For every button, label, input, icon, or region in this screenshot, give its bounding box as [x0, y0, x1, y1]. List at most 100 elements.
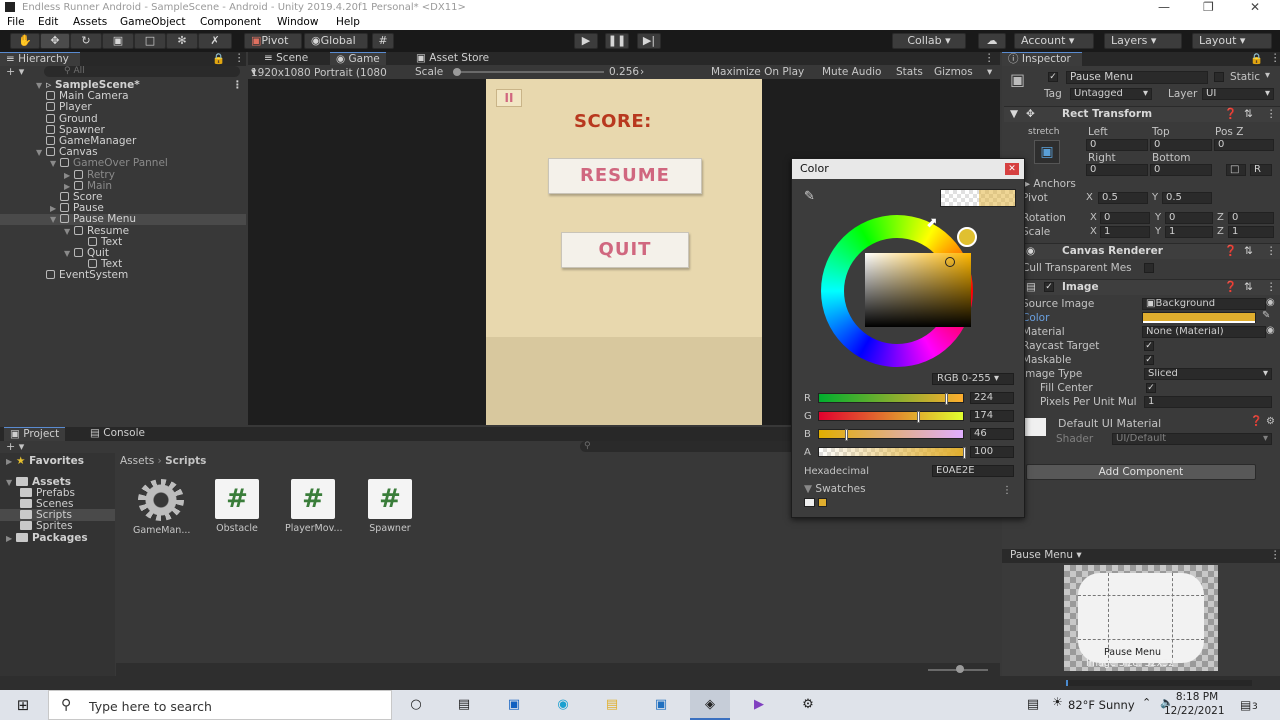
tab-console[interactable]: ▤ Console — [84, 427, 151, 441]
move-tool-icon[interactable]: ✥ — [40, 33, 70, 49]
rotate-tool-icon[interactable]: ↻ — [70, 33, 102, 49]
help-icon[interactable]: ❓ — [1224, 280, 1237, 295]
scale-tool-icon[interactable]: ▣ — [102, 33, 134, 49]
tray-chevron-icon[interactable]: ⌃ — [1142, 696, 1151, 709]
tab-hierarchy[interactable]: ≡ Hierarchy — [0, 52, 80, 66]
hierarchy-item[interactable]: ▶ Main — [0, 180, 246, 192]
notification-icon[interactable]: ▤ — [1240, 698, 1251, 712]
preview-title-dropdown[interactable]: Pause Menu ▾ — [1010, 549, 1082, 561]
hex-input[interactable]: E0AE2E — [932, 465, 1014, 477]
tab-asset-store[interactable]: ▣ Asset Store — [410, 52, 495, 66]
menu-window[interactable]: Window — [277, 16, 318, 28]
cloud-icon[interactable]: ☁ — [978, 33, 1006, 49]
red-slider[interactable] — [818, 393, 964, 405]
gizmos-arrow-icon[interactable]: ▾ — [987, 66, 992, 78]
material-help-icon[interactable]: ❓ — [1250, 416, 1262, 427]
collapsed-arrow-icon[interactable]: ▶ — [64, 170, 74, 181]
scale-slider[interactable] — [454, 71, 604, 73]
inspector-lock-icon[interactable]: 🔒 — [1250, 52, 1263, 65]
menu-edit[interactable]: Edit — [38, 16, 58, 28]
swatch-white[interactable] — [804, 498, 815, 507]
menu-file[interactable]: File — [7, 16, 25, 28]
shader-dropdown[interactable]: UI/Default ▾ — [1112, 433, 1272, 445]
source-image-field[interactable]: ▣Background — [1142, 298, 1266, 310]
material-settings-icon[interactable]: ⚙ — [1266, 416, 1275, 427]
hierarchy-item[interactable]: GameManager — [0, 136, 246, 147]
canvas-renderer-header[interactable]: ▼ ◉ Canvas Renderer ❓ ⇅ ⋮ — [1004, 243, 1280, 259]
asset-playermovement[interactable]: # PlayerMov... — [285, 479, 343, 534]
center-more-icon[interactable]: ⋮ — [984, 52, 995, 64]
stats-toggle[interactable]: Stats — [896, 66, 923, 78]
active-checkbox[interactable]: ✓ — [1048, 72, 1058, 82]
expand-arrow-icon[interactable]: ▼ — [64, 248, 74, 259]
app-icon[interactable]: ▣ — [505, 697, 523, 713]
hierarchy-search-input[interactable]: ⚲ All — [44, 66, 240, 77]
project-create-icon[interactable]: + ▾ — [6, 440, 24, 453]
green-slider-thumb[interactable] — [917, 411, 921, 423]
blue-slider[interactable] — [818, 429, 964, 441]
fill-center-checkbox[interactable]: ✓ — [1146, 383, 1156, 393]
file-explorer-icon[interactable]: ▤ — [603, 697, 621, 713]
game-screen[interactable]: II SCORE: RESUME QUIT — [486, 79, 762, 425]
favorites-row[interactable]: ▶ ★ Favorites — [6, 455, 84, 467]
green-input[interactable]: 174 — [970, 410, 1014, 422]
expand-arrow-icon[interactable]: ▼ — [50, 214, 60, 225]
layout-dropdown[interactable]: Layout ▾ — [1192, 33, 1272, 49]
scale-y-input[interactable]: 1 — [1165, 226, 1213, 238]
expand-arrow-icon[interactable]: ▼ — [50, 158, 60, 169]
tag-dropdown[interactable]: Untagged ▾ — [1070, 88, 1152, 100]
pivot-y-input[interactable]: 0.5 — [1162, 192, 1212, 204]
maximize-on-play-toggle[interactable]: Maximize On Play — [711, 66, 804, 78]
packages-row[interactable]: ▶ Packages — [6, 532, 88, 544]
asset-gamemanager[interactable]: GameMan... — [133, 479, 190, 536]
blue-input[interactable]: 46 — [970, 428, 1014, 440]
hierarchy-item[interactable]: EventSystem — [0, 270, 246, 281]
hierarchy-item[interactable]: Ground — [0, 113, 246, 125]
close-window-icon[interactable]: ✕ — [1250, 0, 1260, 14]
saturation-value-square[interactable] — [865, 253, 971, 327]
scale-x-input[interactable]: 1 — [1100, 226, 1150, 238]
color-swatch-field[interactable] — [1142, 312, 1256, 323]
account-dropdown[interactable]: Account ▾ — [1014, 33, 1094, 49]
edge-icon[interactable]: ◉ — [554, 697, 572, 713]
bottom-input[interactable]: 0 — [1150, 164, 1212, 176]
resolution-dropdown[interactable]: 1920x1080 Portrait (1080 ▾ — [251, 66, 387, 79]
blue-slider-thumb[interactable] — [844, 429, 848, 441]
right-input[interactable]: 0 — [1086, 164, 1148, 176]
object-picker-icon[interactable]: ◉ — [1266, 297, 1275, 308]
breadcrumb-scripts[interactable]: Scripts — [165, 455, 206, 467]
hierarchy-item[interactable]: ▶ Retry — [0, 169, 246, 181]
hierarchy-item[interactable]: Score — [0, 192, 246, 203]
scale-z-input[interactable]: 1 — [1228, 226, 1274, 238]
preset-icon[interactable]: ⇅ — [1244, 107, 1253, 122]
rotation-y-input[interactable]: 0 — [1165, 212, 1213, 224]
custom-tool-icon[interactable]: ✗ — [198, 33, 232, 49]
expand-arrow-icon[interactable]: ▼ — [64, 226, 74, 237]
alpha-slider-thumb[interactable] — [963, 447, 966, 459]
component-more-icon[interactable]: ⋮ — [1266, 280, 1277, 295]
help-icon[interactable]: ❓ — [1224, 244, 1237, 259]
transform-tool-icon[interactable]: ✻ — [166, 33, 198, 49]
object-name-input[interactable]: Pause Menu — [1066, 71, 1208, 84]
maskable-checkbox[interactable]: ✓ — [1144, 355, 1154, 365]
rect-transform-header[interactable]: ▼ ✥ Rect Transform ❓ ⇅ ⋮ — [1004, 106, 1280, 122]
quit-button[interactable]: QUIT — [561, 232, 689, 268]
create-icon[interactable]: + ▾ — [6, 65, 24, 78]
lock-icon[interactable]: 🔒 — [212, 52, 225, 65]
alpha-slider[interactable] — [818, 447, 966, 459]
asset-spawner[interactable]: # Spawner — [362, 479, 418, 534]
help-icon[interactable]: ❓ — [1224, 107, 1237, 122]
asset-obstacle[interactable]: # Obstacle — [209, 479, 265, 534]
minimize-icon[interactable]: — — [1158, 0, 1170, 14]
hierarchy-item[interactable]: Text — [0, 236, 246, 248]
menu-component[interactable]: Component — [200, 16, 261, 28]
blueprint-mode-button[interactable]: □ — [1226, 164, 1246, 176]
taskbar-search-input[interactable]: ⚲ Type here to search — [48, 690, 392, 720]
material-picker-icon[interactable]: ◉ — [1266, 325, 1275, 336]
hierarchy-item[interactable]: ▼ GameOver Pannel — [0, 158, 246, 169]
pivot-toggle[interactable]: ▣Pivot — [244, 33, 302, 49]
scene-more-icon[interactable]: ⋮ — [232, 80, 243, 91]
image-enabled-checkbox[interactable]: ✓ — [1044, 282, 1054, 292]
preview-more-icon[interactable]: ⋮ — [1270, 549, 1280, 561]
static-dropdown-icon[interactable]: ▾ — [1265, 70, 1270, 81]
